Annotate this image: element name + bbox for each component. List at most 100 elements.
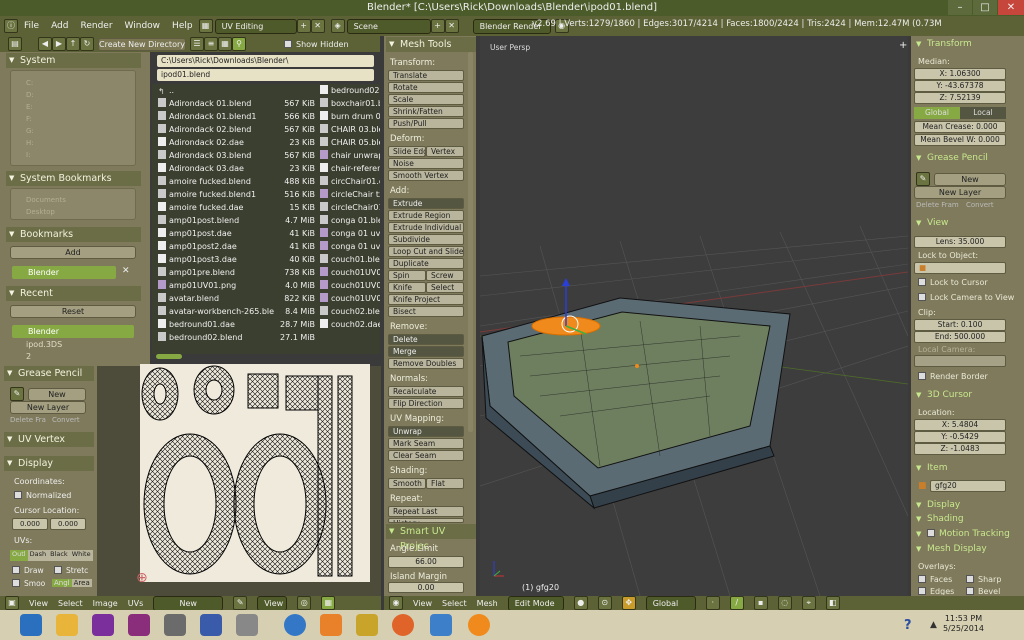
island-margin-field[interactable]: 0.00 <box>388 582 464 593</box>
clip-end-field[interactable]: End: 500.000 <box>914 331 1006 343</box>
mark-seam-button[interactable]: Mark Seam <box>388 438 464 449</box>
mode-dropdown[interactable]: Edit Mode <box>507 595 564 611</box>
uv-menu-view[interactable]: View <box>29 599 48 608</box>
face-select-icon[interactable]: ▪ <box>753 596 768 610</box>
close-button[interactable]: ✕ <box>998 0 1024 15</box>
add-layout-button[interactable]: + <box>296 19 311 33</box>
forward-icon[interactable]: ▶ <box>52 37 66 51</box>
shading-mode-icon[interactable]: ● <box>573 596 588 610</box>
mesh-display-header[interactable]: Mesh Display <box>913 542 1023 556</box>
edges-checkbox[interactable]: Edges <box>918 587 954 595</box>
drive-e[interactable]: E: <box>26 103 33 111</box>
file-row[interactable]: amoire fucked.dae 15 KiB <box>158 201 315 214</box>
uv-vertex-header[interactable]: UV Vertex <box>4 432 94 447</box>
recalculate-button[interactable]: Recalculate <box>388 386 464 397</box>
view-detail-icon[interactable]: ≡ <box>204 37 218 51</box>
file-row[interactable]: couch01UV0 <box>320 292 380 305</box>
drive-i[interactable]: I: <box>26 151 30 159</box>
mean-bevel-field[interactable]: Mean Bevel W: 0.000 <box>914 134 1006 146</box>
app8-icon[interactable] <box>430 614 452 636</box>
pivot-point-icon[interactable]: ⊙ <box>597 596 612 610</box>
file-row[interactable]: CHAIR 05.ble <box>320 136 380 149</box>
uv-grease-pencil-header[interactable]: Grease Pencil <box>4 366 94 381</box>
flat-shading-button[interactable]: Flat <box>426 478 464 489</box>
file-row[interactable]: Adirondack 03.blend 567 KiB <box>158 149 315 162</box>
render-border-checkbox[interactable]: Render Border <box>918 372 988 381</box>
uv-editor-type-icon[interactable]: ▣ <box>5 596 19 610</box>
pin-icon[interactable]: ✎ <box>233 596 248 610</box>
uv-mode-white[interactable]: White <box>69 550 93 561</box>
file-row[interactable]: amp01pre.blend 738 KiB <box>158 266 315 279</box>
uv-texture-image[interactable] <box>140 364 370 582</box>
shrink-fatten-button[interactable]: Shrink/Fatten <box>388 106 464 117</box>
smooth-vertex-button[interactable]: Smooth Vertex <box>388 170 464 181</box>
file-row[interactable]: Adirondack 02.dae 23 KiB <box>158 136 315 149</box>
blender-taskbar-icon[interactable] <box>468 614 490 636</box>
uv-menu-select[interactable]: Select <box>58 599 83 608</box>
file-row[interactable]: Adirondack 01.blend 567 KiB <box>158 97 315 110</box>
cursor-z-field[interactable]: Z: -1.0483 <box>914 443 1006 455</box>
manipulator-icon[interactable]: ✥ <box>621 596 636 610</box>
tray-arrow-icon[interactable]: ▲ <box>930 620 937 630</box>
menu-help[interactable]: Help <box>172 21 193 31</box>
app6-icon[interactable] <box>284 614 306 636</box>
file-row[interactable]: bedround02.blend 27.1 MiB <box>158 331 315 344</box>
properties-toggle-icon[interactable]: + <box>899 40 907 51</box>
tool-shelf-scrollbar[interactable] <box>468 52 473 432</box>
file-row[interactable]: CHAIR 03.ble <box>320 123 380 136</box>
drive-h[interactable]: H: <box>26 139 34 147</box>
motion-tracking-header[interactable]: Motion Tracking <box>913 527 1023 541</box>
spin-button[interactable]: Spin <box>388 270 426 281</box>
gp-delete-frame[interactable]: Delete Fram <box>916 201 959 209</box>
app-icon[interactable] <box>92 614 114 636</box>
app4-icon[interactable] <box>200 614 222 636</box>
slide-vertex-button[interactable]: Vertex <box>426 146 464 157</box>
file-row[interactable]: boxchair01.b <box>320 97 380 110</box>
clear-seam-button[interactable]: Clear Seam <box>388 450 464 461</box>
smooth-checkbox[interactable]: Smoo <box>12 579 45 588</box>
lock-cursor-checkbox[interactable]: Lock to Cursor <box>918 278 988 287</box>
bevel-checkbox[interactable]: Bevel <box>966 587 1000 595</box>
app2-icon[interactable] <box>128 614 150 636</box>
remove-bookmark-icon[interactable]: ✕ <box>122 266 130 276</box>
file-row[interactable]: bedround01.dae 28.7 MiB <box>158 318 315 331</box>
media-player-icon[interactable] <box>320 614 342 636</box>
drive-g[interactable]: G: <box>26 127 34 135</box>
file-row[interactable]: chair unwrap <box>320 149 380 162</box>
history-button[interactable]: History <box>388 518 464 523</box>
file-row[interactable]: Adirondack 03.dae 23 KiB <box>158 162 315 175</box>
file-row[interactable]: Adirondack 01.blend1 566 KiB <box>158 110 315 123</box>
uv-mode-outline[interactable]: Outl <box>10 550 28 561</box>
uv-gp-new-button[interactable]: New <box>28 388 86 401</box>
pencil-icon[interactable]: ✎ <box>10 387 24 401</box>
bookmark-desktop[interactable]: Desktop <box>26 208 55 216</box>
stretch-area-option[interactable]: Area <box>71 579 92 587</box>
firefox-icon[interactable] <box>392 614 414 636</box>
system-header[interactable]: System <box>6 53 141 68</box>
knife-select-button[interactable]: Select <box>426 282 464 293</box>
back-icon[interactable]: ◀ <box>38 37 52 51</box>
recent-item-2[interactable]: 2 <box>26 352 31 361</box>
app5-icon[interactable] <box>236 614 258 636</box>
global-option[interactable]: Global <box>914 107 960 119</box>
uv-mode-black[interactable]: Black <box>48 550 70 561</box>
scene-dropdown[interactable]: Scene <box>346 18 431 34</box>
local-option[interactable]: Local <box>960 107 1006 119</box>
view-list-icon[interactable]: ☰ <box>190 37 204 51</box>
file-row[interactable]: couch01.blen <box>320 253 380 266</box>
draw-stretch-checkbox[interactable]: Draw <box>12 566 44 575</box>
3d-cursor-header[interactable]: 3D Cursor <box>913 388 1023 402</box>
3d-viewport[interactable] <box>480 36 908 596</box>
view-header[interactable]: View <box>913 216 1023 230</box>
lock-object-field[interactable]: ■ <box>914 262 1006 274</box>
file-row[interactable]: couch02.dae <box>320 318 380 331</box>
uv-gp-delete-frame[interactable]: Delete Fra <box>10 416 46 424</box>
gp-new-button[interactable]: New <box>934 173 1006 186</box>
rotate-button[interactable]: Rotate <box>388 82 464 93</box>
bookmarks-header[interactable]: Bookmarks <box>6 227 141 242</box>
translate-button[interactable]: Translate <box>388 70 464 81</box>
gp-convert[interactable]: Convert <box>966 201 994 209</box>
add-bookmark-button[interactable]: Add <box>10 246 136 259</box>
file-row[interactable]: avatar-workbench-265.ble 8.4 MiB <box>158 305 315 318</box>
file-row[interactable]: amp01UV01.png 4.0 MiB <box>158 279 315 292</box>
